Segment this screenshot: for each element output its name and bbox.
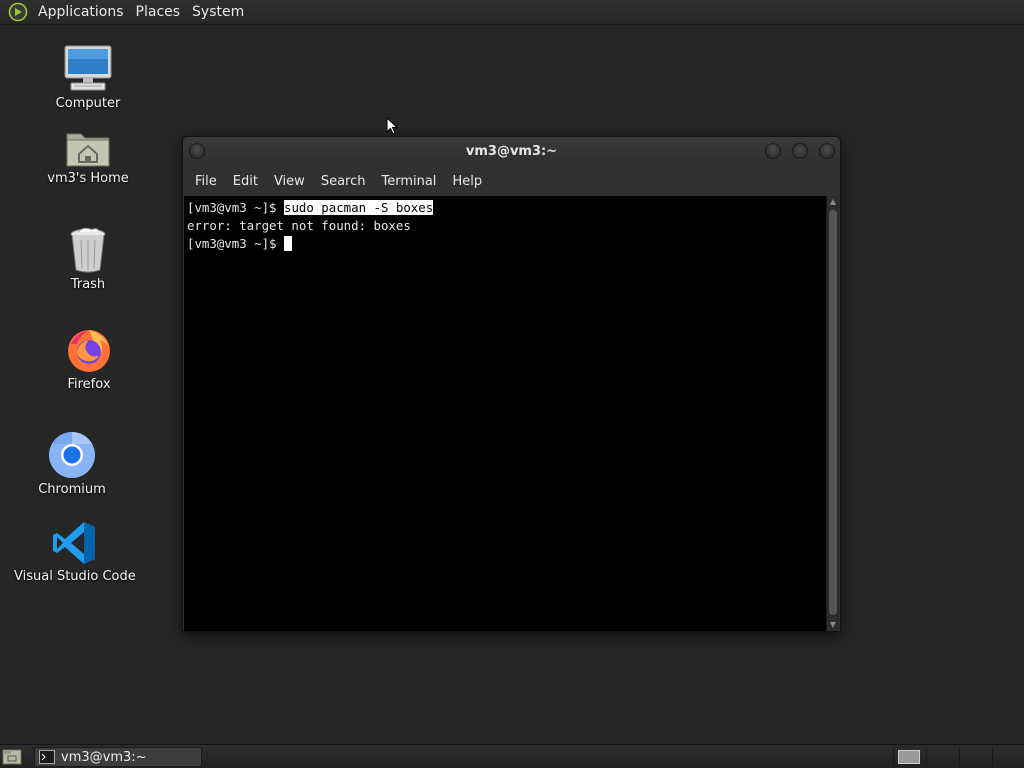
maximize-button[interactable] <box>792 143 808 159</box>
terminal-prompt: [vm3@vm3 ~]$ <box>187 236 284 251</box>
top-panel: Applications Places System <box>0 0 1024 25</box>
distro-logo-icon[interactable] <box>8 2 28 22</box>
trash-icon <box>70 227 106 273</box>
terminal-scrollbar[interactable]: ▲ ▼ <box>826 196 839 631</box>
menu-search[interactable]: Search <box>313 174 374 189</box>
terminal-line: [vm3@vm3 ~]$ sudo pacman -S boxes <box>187 199 826 217</box>
desktop-icon-firefox[interactable]: Firefox <box>49 326 129 392</box>
desktop-icon-chromium[interactable]: Chromium <box>32 431 112 497</box>
terminal-prompt: [vm3@vm3 ~]$ <box>187 200 284 215</box>
minimize-button[interactable] <box>765 143 781 159</box>
menu-file[interactable]: File <box>187 174 225 189</box>
workspace-1[interactable] <box>893 748 923 766</box>
desktop-icon-trash[interactable]: Trash <box>48 226 128 292</box>
workspace-3[interactable] <box>959 748 989 766</box>
desktop-icon-label: Visual Studio Code <box>14 569 136 584</box>
desktop-icon-label: Computer <box>55 96 121 111</box>
close-button[interactable] <box>819 143 835 159</box>
scroll-down-arrow-icon[interactable]: ▼ <box>827 619 839 631</box>
menu-places[interactable]: Places <box>130 0 187 25</box>
desktop-icon-label: vm3's Home <box>47 171 129 186</box>
home-folder-icon <box>66 133 110 167</box>
selected-command: sudo pacman -S boxes <box>283 200 434 215</box>
desktop-icon-label: Trash <box>70 277 106 292</box>
menu-system[interactable]: System <box>186 0 250 25</box>
menu-terminal[interactable]: Terminal <box>373 174 444 189</box>
workspace-preview <box>898 750 920 764</box>
chromium-icon <box>49 432 95 478</box>
scroll-thumb[interactable] <box>829 210 837 615</box>
terminal-menubar: File Edit View Search Terminal Help <box>183 167 840 195</box>
menu-view[interactable]: View <box>266 174 313 189</box>
mouse-pointer-icon <box>386 117 398 135</box>
taskbar-item-terminal[interactable]: vm3@vm3:~ <box>34 747 202 767</box>
terminal-line: error: target not found: boxes <box>187 217 826 235</box>
firefox-icon <box>68 330 110 372</box>
desktop-icon-computer[interactable]: Computer <box>48 45 128 111</box>
terminal-icon <box>39 750 55 764</box>
taskbar-item-label: vm3@vm3:~ <box>61 749 147 765</box>
terminal-line: [vm3@vm3 ~]$ <box>187 235 826 253</box>
menu-edit[interactable]: Edit <box>225 174 266 189</box>
scroll-up-arrow-icon[interactable]: ▲ <box>827 196 839 208</box>
computer-icon <box>64 45 112 91</box>
error-message: error: target not found: boxes <box>187 218 411 233</box>
window-titlebar[interactable]: vm3@vm3:~ <box>183 137 840 167</box>
workspace-4[interactable] <box>992 748 1022 766</box>
workspace-2[interactable] <box>926 748 956 766</box>
terminal-window[interactable]: vm3@vm3:~ File Edit View Search Terminal… <box>182 136 841 632</box>
show-desktop-icon[interactable] <box>2 748 22 766</box>
bottom-panel: vm3@vm3:~ <box>0 744 1024 768</box>
desktop-icon-label: Chromium <box>38 482 106 497</box>
desktop-icon-home[interactable]: vm3's Home <box>43 128 133 186</box>
vscode-icon <box>53 522 95 564</box>
desktop-icon-label: Firefox <box>67 377 111 392</box>
terminal-output[interactable]: [vm3@vm3 ~]$ sudo pacman -S boxes error:… <box>184 196 826 631</box>
desktop-icon-vscode[interactable]: Visual Studio Code <box>14 520 136 584</box>
text-cursor <box>283 236 292 251</box>
menu-applications[interactable]: Applications <box>32 0 130 25</box>
menu-help[interactable]: Help <box>444 174 490 189</box>
window-title: vm3@vm3:~ <box>465 144 558 159</box>
